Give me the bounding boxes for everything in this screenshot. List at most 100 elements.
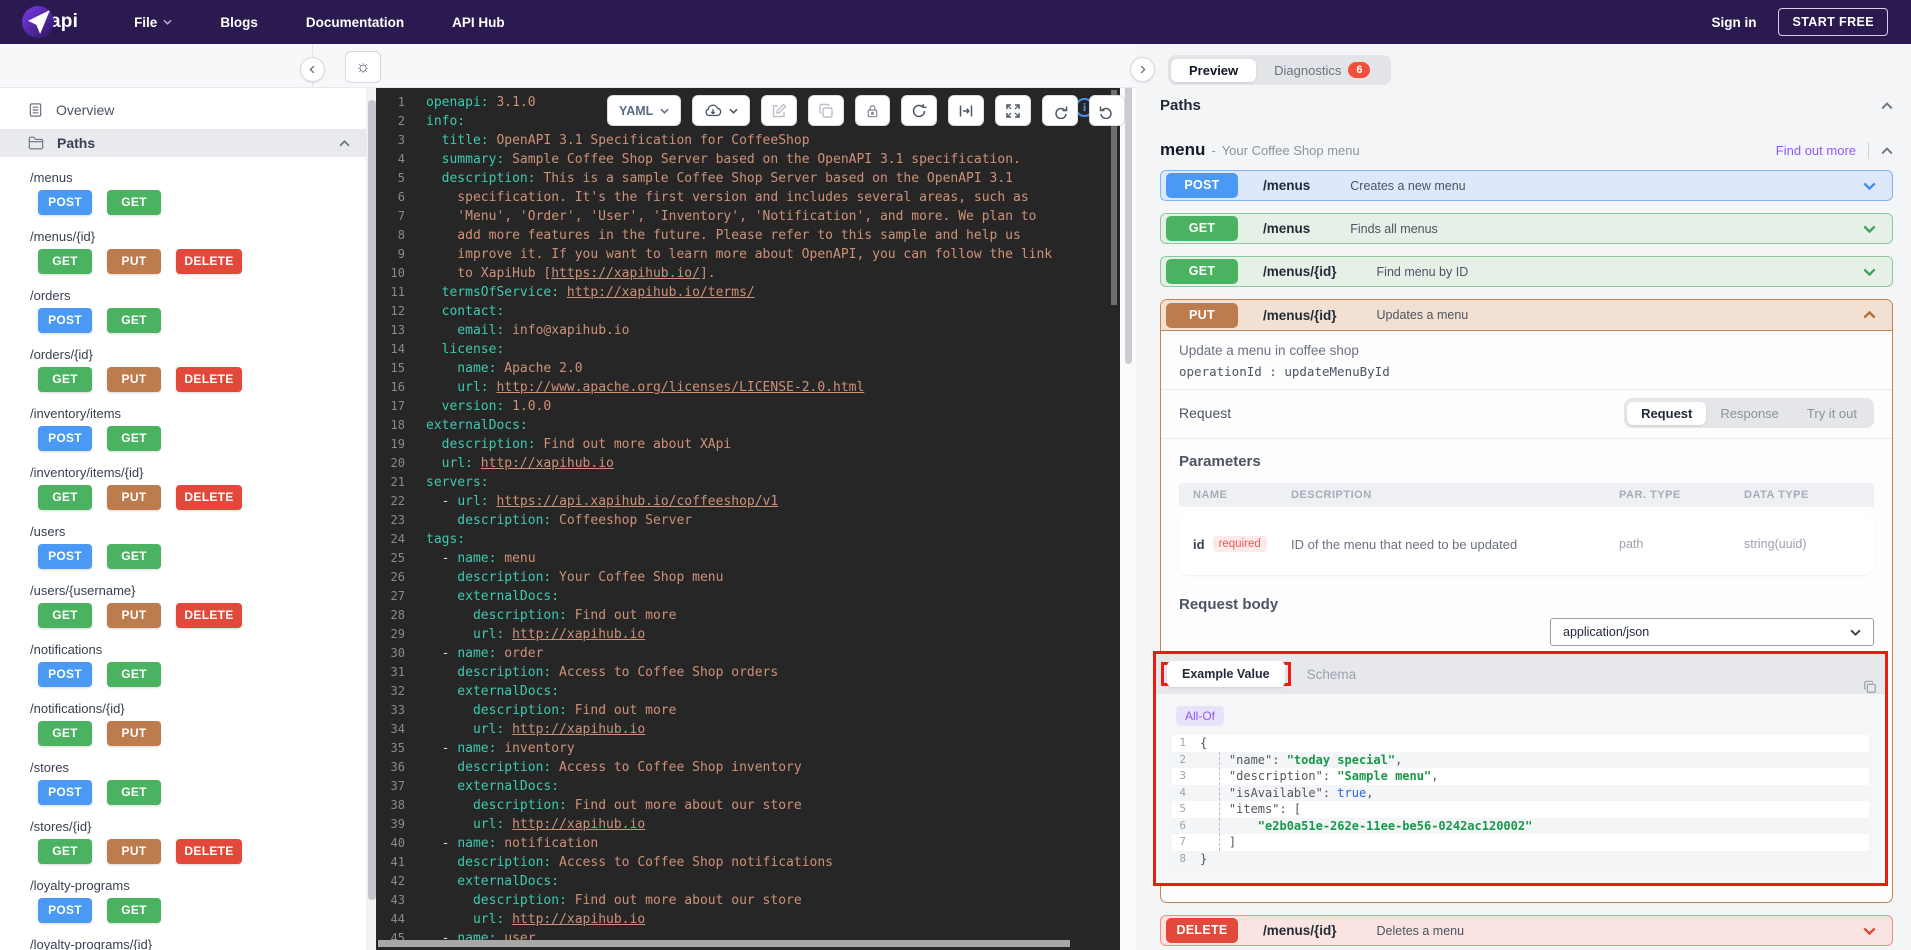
chevron-up-icon[interactable] — [339, 134, 350, 152]
endpoint-group: /inventory/items/{id} GET PUT DELETE — [30, 465, 366, 510]
example-content: All-Of 1{2 "name": "today special", 3 "de… — [1156, 680, 1885, 883]
method-badge-get[interactable]: GET — [107, 426, 161, 451]
nav-item-api-hub[interactable]: API Hub — [428, 15, 529, 30]
theme-toggle-button[interactable]: ☼ — [345, 51, 381, 83]
method-badge-get[interactable]: GET — [107, 898, 161, 923]
method-badge-put[interactable]: PUT — [107, 721, 161, 746]
method-badge-post[interactable]: POST — [38, 898, 92, 923]
word-wrap-button[interactable] — [948, 95, 985, 126]
method-badge-get[interactable]: GET — [38, 603, 92, 628]
language-select-value: YAML — [619, 103, 654, 118]
method-badge-post[interactable]: POST — [38, 662, 92, 687]
tab-schema[interactable]: Schema — [1307, 667, 1357, 682]
tab-preview[interactable]: Preview — [1171, 58, 1257, 82]
method-badge-put[interactable]: PUT — [107, 249, 161, 274]
sign-in-link[interactable]: Sign in — [1711, 15, 1756, 30]
code-line: 39 url: http://xapihub.io — [390, 817, 646, 832]
import-export-button[interactable] — [692, 95, 751, 126]
method-badge-get[interactable]: GET — [107, 544, 161, 569]
edit-icon — [773, 103, 787, 117]
operation-row-delete-menus[interactable]: DELETE /menus/{id} Deletes a menu — [1160, 915, 1893, 946]
expand-panel-button[interactable] — [1130, 57, 1155, 82]
copy-button[interactable] — [808, 95, 845, 126]
endpoint-path: /inventory/items/{id} — [30, 465, 144, 480]
lock-button[interactable] — [855, 95, 891, 126]
method-badge-delete[interactable]: DELETE — [176, 485, 242, 510]
method-badge-post[interactable]: POST — [38, 308, 92, 333]
language-select[interactable]: YAML — [607, 95, 682, 126]
method-badge-post[interactable]: POST — [38, 780, 92, 805]
method-badge-post[interactable]: POST — [38, 190, 92, 215]
code-line: 12 contact: — [390, 304, 505, 319]
editor-horizontal-scrollbar[interactable] — [378, 940, 1070, 947]
sidebar-item-overview[interactable]: Overview — [0, 97, 366, 123]
tab-try-it-out[interactable]: Try it out — [1793, 402, 1871, 425]
operation-row-post-menus[interactable]: POST /menus Creates a new menu — [1160, 170, 1893, 201]
tab-response[interactable]: Response — [1706, 402, 1793, 425]
undo-icon — [1100, 106, 1112, 119]
endpoint-group: /users POST GET — [30, 524, 366, 569]
method-badge-put[interactable]: PUT — [107, 839, 161, 864]
method-badge-put[interactable]: PUT — [107, 603, 161, 628]
method-badge-post[interactable]: POST — [38, 426, 92, 451]
composition-badge[interactable]: All-Of — [1176, 706, 1224, 726]
xapi-logo[interactable]: api — [22, 6, 78, 38]
refresh-button[interactable] — [901, 95, 938, 126]
code-line: 29 url: http://xapihub.io — [390, 627, 646, 642]
sidebar-scrollbar[interactable] — [366, 88, 376, 950]
code-line: 10 to XapiHub [https://xapihub.io/]. — [390, 266, 716, 281]
method-badge-delete[interactable]: DELETE — [176, 603, 242, 628]
collapse-sidebar-button[interactable] — [300, 57, 325, 82]
panel-scrollbar[interactable] — [1120, 44, 1136, 950]
indent-guide — [1219, 752, 1220, 851]
method-badge-get[interactable]: GET — [38, 249, 92, 274]
top-navbar: api File Blogs Documentation API Hub Sig… — [0, 0, 1911, 44]
method-badge-get[interactable]: GET — [107, 308, 161, 333]
nav-item-file[interactable]: File — [110, 15, 196, 30]
method-badge-get[interactable]: GET — [107, 190, 161, 215]
find-out-more-link[interactable]: Find out more — [1776, 143, 1856, 158]
sun-icon: ☼ — [355, 57, 371, 76]
required-badge: required — [1212, 536, 1267, 552]
method-badge-get[interactable]: GET — [38, 367, 92, 392]
method-badge-delete[interactable]: DELETE — [176, 367, 242, 392]
operation-row-get-menu-by-id[interactable]: GET /menus/{id} Find menu by ID — [1160, 256, 1893, 287]
method-badge-delete[interactable]: DELETE — [176, 249, 242, 274]
nav-item-blogs[interactable]: Blogs — [196, 15, 282, 30]
edit-button[interactable] — [761, 95, 798, 126]
chevron-left-icon — [309, 65, 315, 74]
example-json-line: 8} — [1172, 850, 1869, 867]
content-type-select[interactable]: application/json — [1550, 618, 1874, 646]
method-badge-get[interactable]: GET — [38, 721, 92, 746]
tab-diagnostics[interactable]: Diagnostics 6 — [1256, 58, 1388, 82]
fullscreen-button[interactable] — [995, 95, 1032, 126]
method-badge-get[interactable]: GET — [107, 780, 161, 805]
method-badge-put[interactable]: PUT — [107, 485, 161, 510]
start-free-button[interactable]: START FREE — [1778, 8, 1888, 36]
col-par-type: PAR. TYPE — [1619, 489, 1681, 501]
chevron-up-icon[interactable] — [1881, 101, 1893, 110]
code-line: 43 description: Find out more about our … — [390, 893, 802, 908]
operation-path: /menus — [1263, 178, 1311, 193]
chevron-up-icon[interactable] — [1881, 146, 1893, 155]
endpoint-group: /orders/{id} GET PUT DELETE — [30, 347, 366, 392]
method-badge-delete[interactable]: DELETE — [176, 839, 242, 864]
sidebar-item-paths[interactable]: Paths — [0, 129, 366, 157]
yaml-code-editor[interactable]: 1 openapi: 3.1.0 2 info: 3 title: OpenAPI 3.… — [376, 88, 1120, 950]
tab-request[interactable]: Request — [1627, 401, 1707, 425]
nav-item-documentation[interactable]: Documentation — [282, 15, 428, 30]
tab-example-value[interactable]: Example Value — [1167, 661, 1285, 687]
method-badge-get[interactable]: GET — [107, 662, 161, 687]
endpoint-path: /menus — [30, 170, 73, 185]
operation-row-put-menus[interactable]: PUT /menus/{id} Updates a menu — [1161, 300, 1892, 331]
parameter-data-type: string(uuid) — [1744, 537, 1807, 551]
method-badge-get[interactable]: GET — [38, 485, 92, 510]
redo-button[interactable] — [1042, 95, 1079, 126]
undo-button[interactable] — [1089, 95, 1126, 126]
method-badge-put[interactable]: PUT — [107, 367, 161, 392]
method-badge-post[interactable]: POST — [38, 544, 92, 569]
copy-icon[interactable] — [1863, 680, 1877, 699]
example-json-line: 6 "e2b0a51e-262e-11ee-be56-0242ac120002" — [1172, 817, 1869, 834]
operation-row-get-menus[interactable]: GET /menus Finds all menus — [1160, 213, 1893, 244]
method-badge-get[interactable]: GET — [38, 839, 92, 864]
